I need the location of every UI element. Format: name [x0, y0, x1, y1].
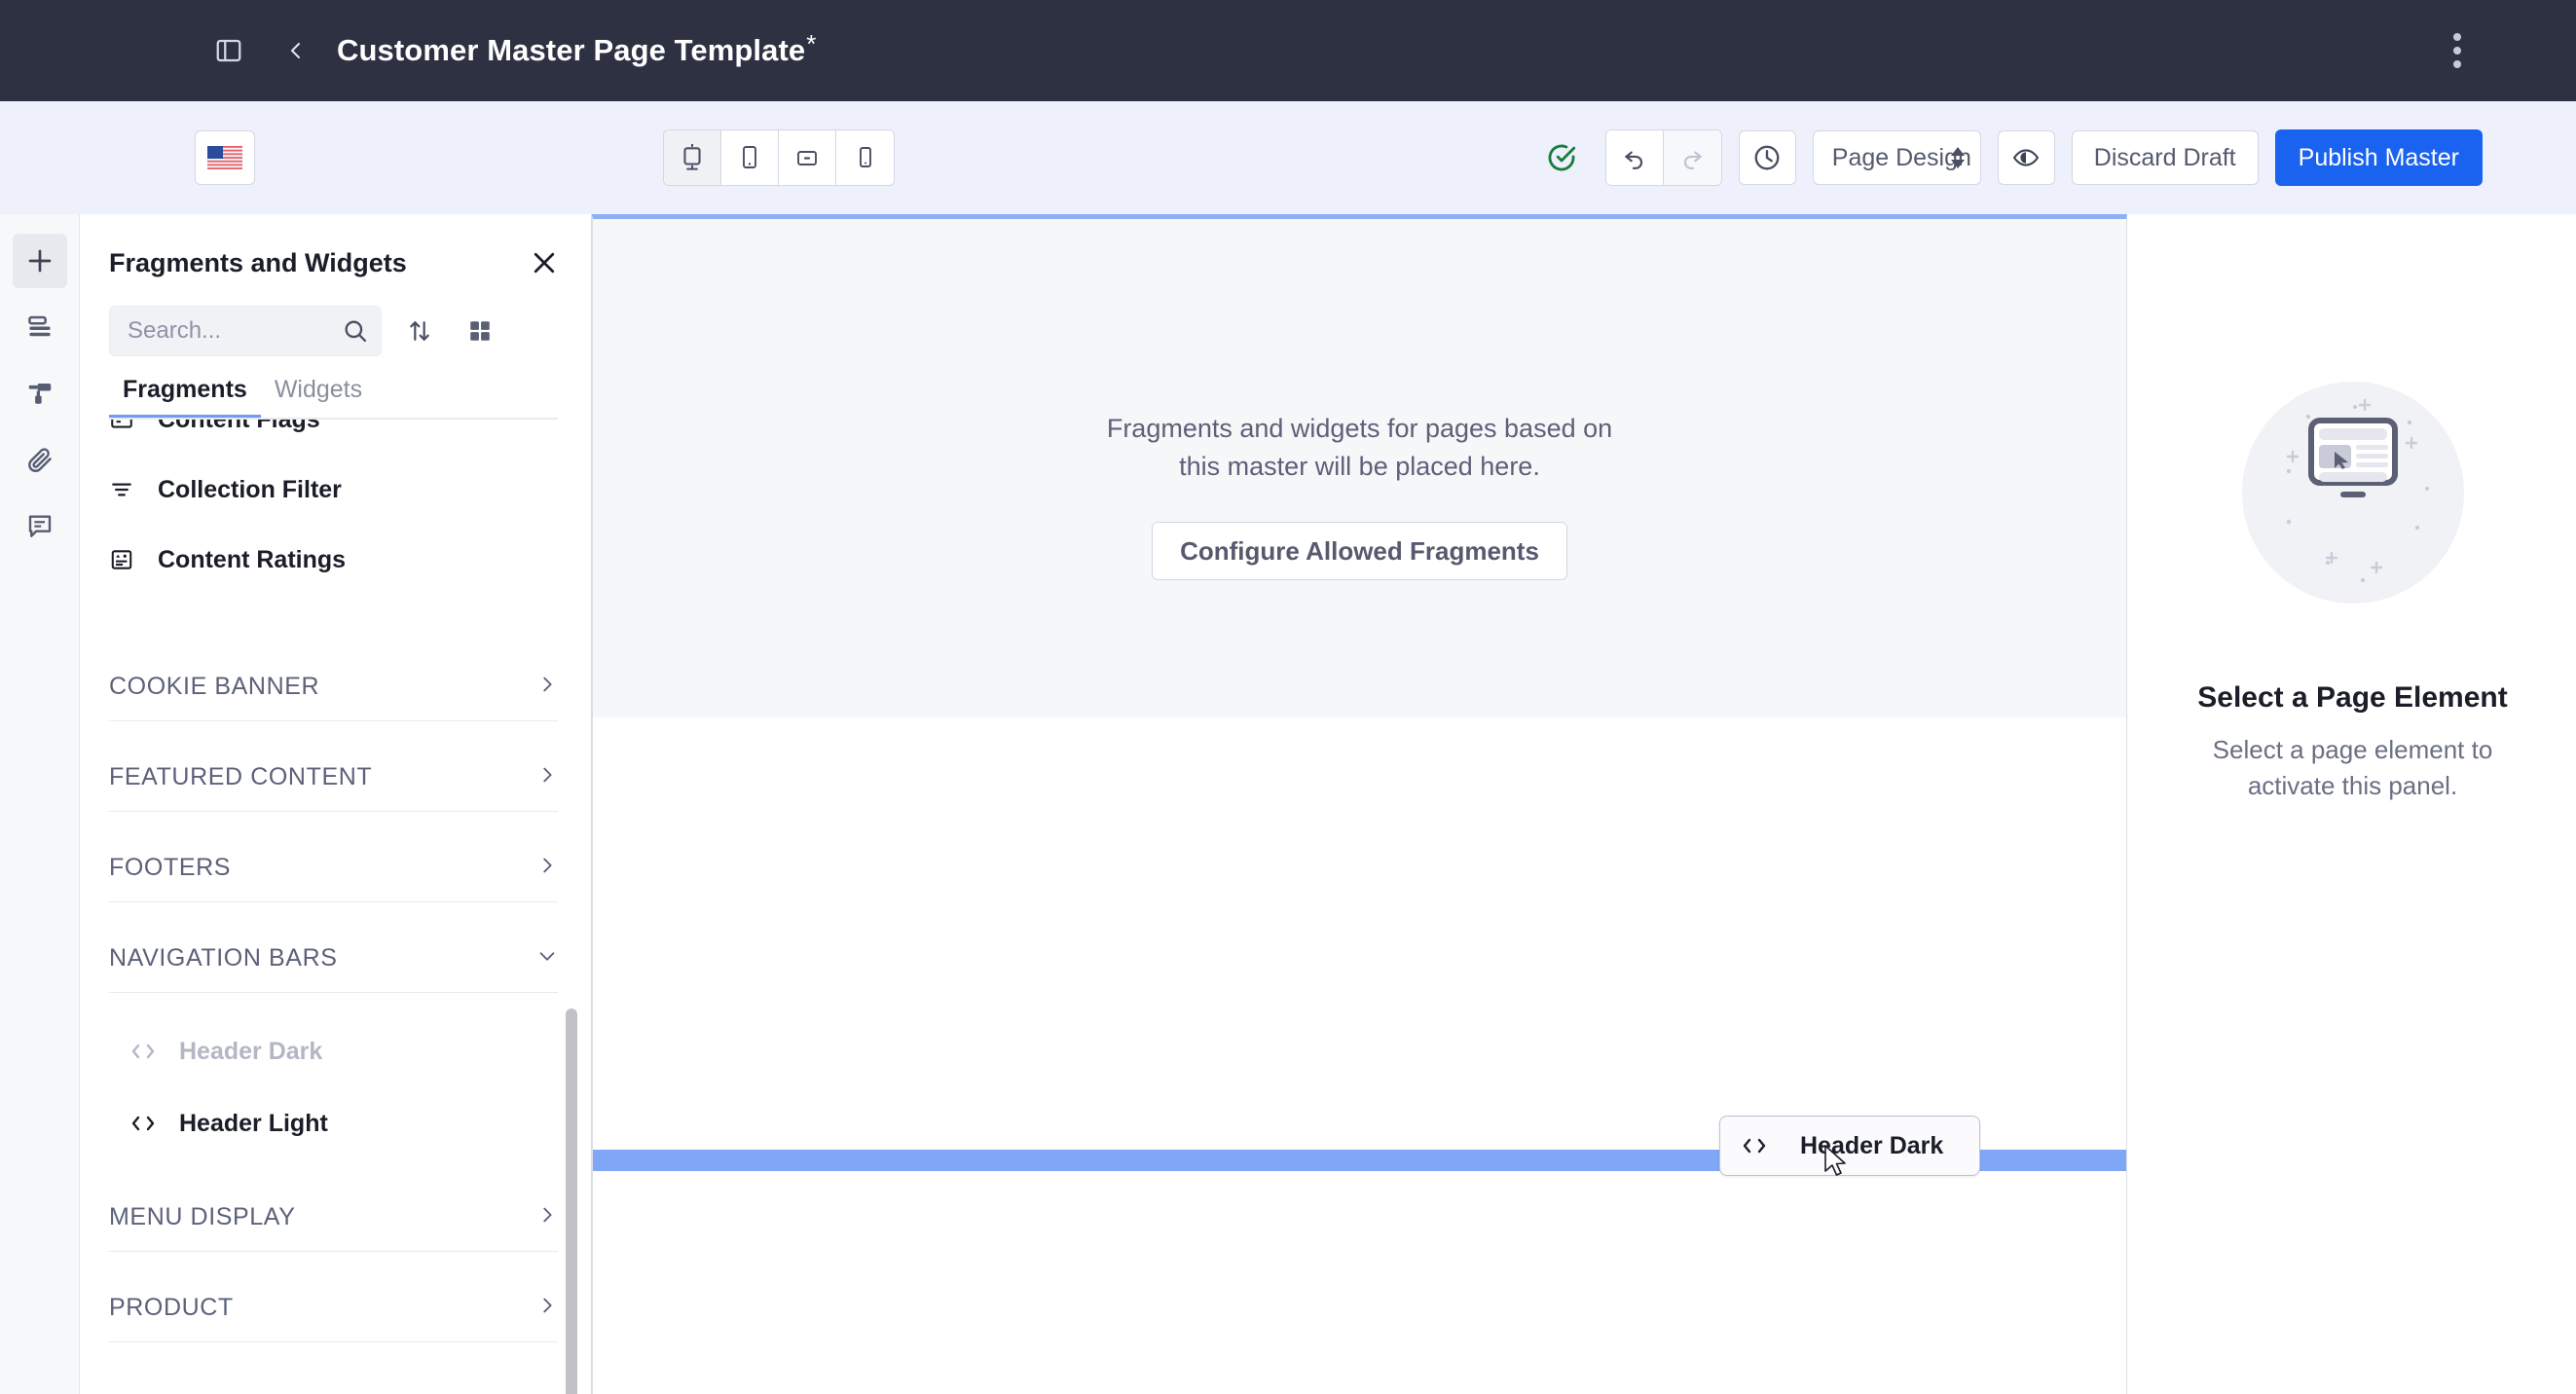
group-label: PRODUCT [109, 1294, 234, 1321]
history-clock-icon[interactable] [1738, 130, 1796, 185]
canvas-message-line2: this master will be placed here. [1179, 451, 1540, 481]
fragments-panel-header: Fragments and Widgets [80, 214, 591, 282]
tablet-icon[interactable] [721, 130, 779, 185]
page-element-panel: Select a Page Element Select a page elem… [2129, 214, 2576, 1394]
group-label: MENU DISPLAY [109, 1203, 296, 1230]
page-editor-root: Customer Master Page Template* Page Desi… [0, 0, 2576, 1394]
mouse-pointer-icon [1824, 1145, 1850, 1185]
chevron-updown-icon [1950, 147, 1965, 168]
group-product[interactable]: PRODUCT [109, 1274, 558, 1342]
us-flag-icon[interactable] [195, 130, 255, 185]
list-item[interactable]: Header Light [109, 1090, 558, 1156]
page-design-select[interactable]: Page Design [1812, 130, 1981, 185]
group-label: COOKIE BANNER [109, 673, 320, 700]
discard-draft-button[interactable]: Discard Draft [2071, 130, 2259, 185]
collection-filter-icon [109, 477, 150, 502]
group-navigation-bars[interactable]: NAVIGATION BARS [109, 925, 558, 993]
search-box[interactable] [109, 306, 382, 356]
fragments-panel-tabs: Fragments Widgets [80, 356, 591, 420]
search-icon[interactable] [342, 317, 369, 345]
list-item[interactable]: Header Dark [109, 1018, 558, 1084]
list-item-label: Collection Filter [158, 475, 342, 503]
sidebar-panel-icon[interactable] [206, 28, 251, 73]
eye-icon[interactable] [1997, 130, 2055, 185]
group-label: FOOTERS [109, 854, 232, 881]
fragments-panel-title: Fragments and Widgets [109, 247, 407, 277]
tablet-landscape-icon[interactable] [779, 130, 836, 185]
drag-preview-label: Header Dark [1800, 1131, 1944, 1159]
group-label: FEATURED CONTENT [109, 763, 373, 790]
canvas-dropzone-message: Fragments and widgets for pages based on… [593, 219, 2126, 717]
fragments-panel: Fragments and Widgets Search... Fragment… [80, 214, 592, 1394]
canvas-message-line1: Fragments and widgets for pages based on [1106, 414, 1613, 443]
content-ratings-icon [109, 547, 150, 572]
desktop-icon[interactable] [664, 130, 721, 185]
list-item-label: Header Light [179, 1109, 328, 1137]
code-tags-icon [130, 1113, 171, 1134]
page-title-text: Customer Master Page Template [337, 33, 806, 67]
sidebar-item-styles[interactable] [13, 366, 67, 421]
back-button[interactable] [276, 28, 315, 73]
fragments-panel-search-row [80, 282, 591, 356]
tab-fragments[interactable]: Fragments [109, 376, 261, 420]
drag-preview-header-dark[interactable]: Header Dark [1719, 1116, 1980, 1176]
unsaved-marker: * [806, 29, 817, 58]
chevron-right-icon [536, 1295, 558, 1321]
redo-icon[interactable] [1663, 130, 1721, 185]
list-item[interactable]: Collection Filter [109, 457, 558, 523]
chevron-right-icon [536, 855, 558, 881]
fragments-list[interactable]: Content Flags Collection Filter [80, 420, 591, 1394]
group-menu-display[interactable]: MENU DISPLAY [109, 1184, 558, 1252]
editor-toolbar: Page Design Discard Draft Publish Master [0, 101, 2576, 214]
sidebar-item-add-fragments[interactable] [12, 234, 67, 288]
group-footers[interactable]: FOOTERS [109, 834, 558, 902]
toolbar-actions: Page Design Discard Draft Publish Master [1545, 129, 2483, 186]
group-label: NAVIGATION BARS [109, 944, 338, 972]
configure-allowed-fragments-button[interactable]: Configure Allowed Fragments [1152, 522, 1567, 581]
chevron-right-icon [536, 1204, 558, 1230]
content-flags-icon [109, 420, 150, 432]
scrollbar-thumb[interactable] [566, 1009, 577, 1394]
list-item-label: Content Flags [158, 420, 320, 434]
canvas-message: Fragments and widgets for pages based on… [1107, 410, 1612, 485]
group-featured-content[interactable]: FEATURED CONTENT [109, 744, 558, 812]
code-tags-icon [1742, 1135, 1767, 1156]
chevron-down-icon [536, 945, 558, 972]
sort-updown-icon[interactable] [397, 309, 442, 353]
chevron-right-icon [536, 764, 558, 790]
chevron-right-icon [536, 674, 558, 700]
close-icon[interactable] [525, 243, 564, 282]
device-preview-group [663, 129, 895, 186]
page-canvas[interactable]: Fragments and widgets for pages based on… [592, 214, 2127, 1394]
code-tags-icon [130, 1041, 171, 1062]
tab-widgets[interactable]: Widgets [261, 376, 376, 420]
list-item[interactable]: Content Flags [109, 420, 558, 449]
undo-redo-group [1604, 129, 1722, 186]
list-item-label: Content Ratings [158, 545, 347, 573]
grid-view-icon[interactable] [458, 309, 502, 353]
page-element-panel-title: Select a Page Element [2197, 681, 2508, 714]
search-input[interactable] [110, 317, 334, 345]
undo-icon[interactable] [1605, 130, 1664, 185]
check-circle-icon [1545, 141, 1578, 174]
group-cookie-banner[interactable]: COOKIE BANNER [109, 653, 558, 721]
list-item-label: Header Dark [179, 1037, 323, 1065]
select-page-element-illustration [2241, 382, 2464, 604]
sidebar-item-attachments[interactable] [13, 432, 67, 487]
page-element-panel-subtitle: Select a page element to activate this p… [2212, 735, 2493, 801]
editor-sidebar-rail [0, 214, 80, 1394]
application-header: Customer Master Page Template* [0, 0, 2576, 101]
fragments-list-scrollbar[interactable] [566, 420, 577, 1394]
sidebar-item-page-structure[interactable] [13, 300, 67, 354]
sidebar-item-comments[interactable] [13, 498, 67, 553]
mobile-icon[interactable] [836, 130, 894, 185]
list-item[interactable]: Content Ratings [109, 527, 558, 593]
publish-master-button[interactable]: Publish Master [2274, 129, 2483, 186]
more-vertical-icon[interactable] [2438, 28, 2477, 73]
page-title: Customer Master Page Template* [337, 29, 816, 68]
